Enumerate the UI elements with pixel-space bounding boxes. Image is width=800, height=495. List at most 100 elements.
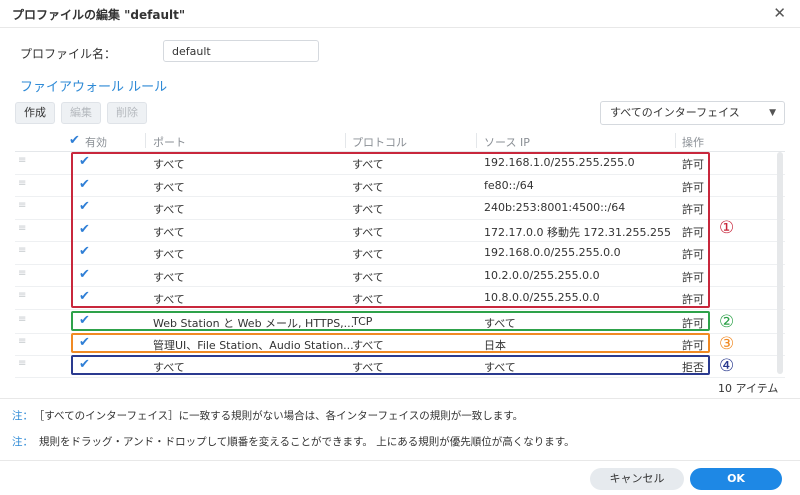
footer-divider: [0, 460, 800, 461]
drag-handle-icon[interactable]: ≡: [18, 178, 26, 189]
drag-handle-icon[interactable]: ≡: [18, 223, 26, 234]
action-cell: 許可: [682, 158, 704, 171]
profile-name-input[interactable]: [163, 40, 319, 62]
interface-select-value: すべてのインターフェイス: [610, 106, 740, 119]
source-ip-cell: 240b:253:8001:4500::/64: [484, 201, 626, 214]
note-2-text: 規則をドラッグ・アンド・ドロップして順番を変えることができます。 上にある規則が…: [39, 436, 575, 448]
note-tag: 注：: [12, 436, 33, 448]
header-protocol[interactable]: プロトコル: [352, 134, 407, 150]
port-cell: すべて: [153, 203, 185, 216]
source-ip-cell: 172.17.0.0 移動先 172.31.255.255: [484, 225, 671, 239]
source-ip-cell: 192.168.0.0/255.255.0.0: [484, 246, 621, 259]
interface-select[interactable]: すべてのインターフェイス ▼: [600, 101, 785, 125]
divider: [0, 398, 800, 399]
enabled-checkbox[interactable]: ✔: [79, 199, 90, 214]
enabled-checkbox[interactable]: ✔: [79, 313, 90, 328]
port-cell: すべて: [153, 158, 185, 171]
note-2: 注： 規則をドラッグ・アンド・ドロップして順番を変えることができます。 上にある規…: [12, 434, 575, 449]
action-cell: 許可: [682, 317, 704, 330]
create-button[interactable]: 作成: [15, 102, 55, 124]
drag-handle-icon[interactable]: ≡: [18, 200, 26, 211]
annotation-mark-2: ②: [719, 312, 735, 332]
header-enabled: 有効: [85, 136, 107, 149]
enabled-checkbox[interactable]: ✔: [79, 154, 90, 169]
annotation-mark-1: ①: [719, 218, 735, 238]
enabled-checkbox[interactable]: ✔: [79, 335, 90, 350]
drag-handle-icon[interactable]: ≡: [18, 314, 26, 325]
source-ip-cell: 10.8.0.0/255.255.0.0: [484, 291, 600, 304]
source-ip-cell: すべて: [484, 361, 516, 374]
table-row[interactable]: ≡ ✔ すべて すべて 240b:253:8001:4500::/64 許可: [15, 197, 785, 220]
port-cell: すべて: [153, 248, 185, 261]
edit-button[interactable]: 編集: [61, 102, 101, 124]
grid-header: ✔ 有効 ポート プロトコル ソース IP 操作: [15, 130, 785, 152]
source-ip-cell: すべて: [484, 317, 516, 330]
annotation-mark-3: ③: [719, 334, 735, 354]
port-cell: 管理UI、File Station、Audio Station...: [153, 339, 354, 352]
port-cell: すべて: [153, 361, 185, 374]
protocol-cell: すべて: [352, 339, 384, 352]
protocol-cell: すべて: [352, 203, 384, 216]
drag-handle-icon[interactable]: ≡: [18, 290, 26, 301]
header-action[interactable]: 操作: [682, 134, 704, 150]
note-1: 注： ［すべてのインターフェイス］に一致する規則がない場合は、各インターフェイスの…: [12, 408, 523, 423]
close-icon[interactable]: ✕: [773, 4, 786, 22]
delete-button[interactable]: 削除: [107, 102, 147, 124]
source-ip-cell: 日本: [484, 339, 506, 352]
enabled-checkbox[interactable]: ✔: [79, 289, 90, 304]
action-cell: 許可: [682, 248, 704, 261]
port-cell: すべて: [153, 270, 185, 284]
note-tag: 注：: [12, 410, 33, 422]
port-cell: すべて: [153, 225, 185, 239]
drag-handle-icon[interactable]: ≡: [18, 268, 26, 279]
dialog-title: プロファイルの編集 "default": [12, 8, 186, 22]
table-row[interactable]: ≡ ✔ すべて すべて 172.17.0.0 移動先 172.31.255.25…: [15, 220, 785, 242]
protocol-cell: すべて: [352, 158, 384, 171]
drag-handle-icon[interactable]: ≡: [18, 358, 26, 369]
action-cell: 許可: [682, 270, 704, 284]
protocol-cell: すべて: [352, 225, 384, 239]
source-ip-cell: 10.2.0.0/255.255.0.0: [484, 268, 600, 282]
table-row[interactable]: ≡ ✔ すべて すべて 10.8.0.0/255.255.0.0 許可: [15, 287, 785, 310]
protocol-cell: すべて: [352, 270, 384, 284]
enabled-checkbox[interactable]: ✔: [79, 177, 90, 192]
action-cell: 許可: [682, 203, 704, 216]
drag-handle-icon[interactable]: ≡: [18, 155, 26, 166]
table-row[interactable]: ≡ ✔ すべて すべて fe80::/64 許可: [15, 175, 785, 197]
select-all-checkbox[interactable]: ✔: [69, 133, 80, 148]
column-separator: [476, 133, 477, 148]
vertical-scrollbar[interactable]: [777, 152, 783, 374]
protocol-cell: すべて: [352, 248, 384, 261]
table-row[interactable]: ≡ ✔ すべて すべて 192.168.0.0/255.255.0.0 許可: [15, 242, 785, 265]
dialog-titlebar: プロファイルの編集 "default" ✕: [0, 0, 800, 28]
header-port[interactable]: ポート: [153, 134, 186, 150]
table-row[interactable]: ≡ ✔ Web Station と Web メール, HTTPS,... TCP…: [15, 311, 785, 334]
port-cell: すべて: [153, 180, 185, 194]
action-cell: 許可: [682, 339, 704, 352]
enabled-checkbox[interactable]: ✔: [79, 267, 90, 282]
header-source-ip[interactable]: ソース IP: [484, 134, 530, 150]
drag-handle-icon[interactable]: ≡: [18, 245, 26, 256]
table-row[interactable]: ≡ ✔ 管理UI、File Station、Audio Station... す…: [15, 333, 785, 356]
action-cell: 許可: [682, 180, 704, 194]
annotation-mark-4: ④: [719, 356, 735, 376]
enabled-checkbox[interactable]: ✔: [79, 357, 90, 372]
table-row[interactable]: ≡ ✔ すべて すべて 192.168.1.0/255.255.255.0 許可: [15, 152, 785, 175]
protocol-cell: すべて: [352, 361, 384, 374]
profile-name-label: プロファイル名：: [20, 47, 117, 61]
drag-handle-icon[interactable]: ≡: [18, 336, 26, 347]
enabled-checkbox[interactable]: ✔: [79, 244, 90, 259]
column-separator: [675, 133, 676, 148]
action-cell: 拒否: [682, 361, 704, 374]
table-row[interactable]: ≡ ✔ すべて すべて 10.2.0.0/255.255.0.0 許可: [15, 265, 785, 287]
dropdown-arrow-icon: ▼: [769, 108, 776, 118]
cancel-button[interactable]: キャンセル: [590, 468, 684, 490]
item-count: 10 アイテム: [718, 382, 779, 395]
protocol-cell: TCP: [352, 315, 373, 328]
table-row[interactable]: ≡ ✔ すべて すべて すべて 拒否: [15, 355, 785, 378]
note-1-text: ［すべてのインターフェイス］に一致する規則がない場合は、各インターフェイスの規則…: [39, 410, 524, 422]
ok-button[interactable]: OK: [690, 468, 782, 490]
source-ip-cell: fe80::/64: [484, 178, 534, 192]
protocol-cell: すべて: [352, 293, 384, 306]
enabled-checkbox[interactable]: ✔: [79, 222, 90, 237]
